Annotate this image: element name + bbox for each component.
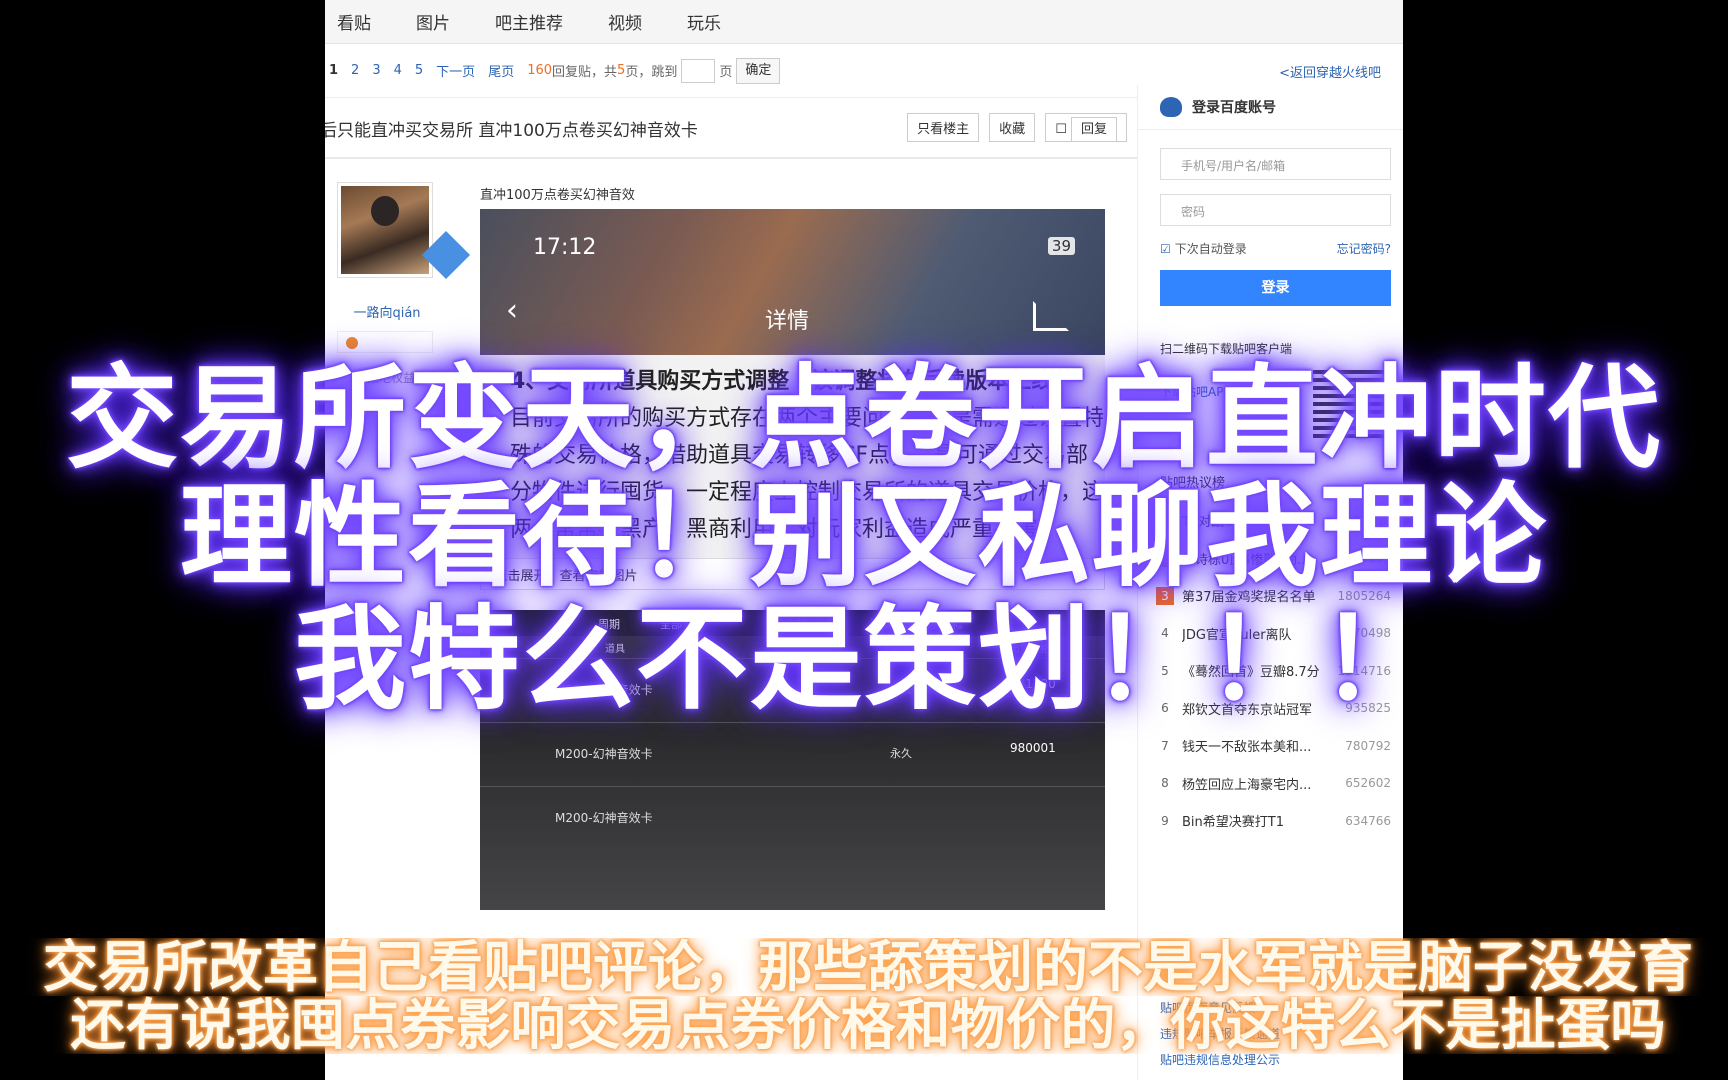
thread-title-bar: 以后只能直冲买交易所 直冲100万点卷买幻神音效卡 只看楼主 收藏 ☐ 回复 xyxy=(325,99,1137,159)
market-row: M200-幻神音效卡 xyxy=(480,786,1105,848)
remember-checkbox[interactable]: 下次自动登录 xyxy=(1160,240,1247,257)
phone-time: 17:12 xyxy=(533,235,597,260)
hot-item[interactable]: 8 杨笠回应上海豪宅内... 652602 xyxy=(1156,765,1391,803)
nav-tab-recommended[interactable]: 吧主推荐 xyxy=(495,9,563,34)
level-badge xyxy=(337,331,433,353)
overlay-title-line-3: 我特么不是策划！！！ xyxy=(294,595,1434,725)
page-count: 5 xyxy=(617,63,626,78)
avatar[interactable] xyxy=(337,182,433,278)
screenshot-image[interactable]: 17:12 39 ‹ 详情 xyxy=(480,209,1105,355)
market-item-duration: 永久 xyxy=(890,747,912,760)
nav-tab-fun[interactable]: 玩乐 xyxy=(687,9,721,34)
page-link-3[interactable]: 3 xyxy=(372,63,380,78)
reply-label: 回复贴，共 xyxy=(552,65,618,80)
forgot-password-link[interactable]: 忘记密码? xyxy=(1337,240,1391,257)
nav-tab-posts[interactable]: 看贴 xyxy=(337,9,371,34)
hot-heat: 780792 xyxy=(1345,738,1391,753)
hot-item[interactable]: 9 Bin希望决赛打T1 634766 xyxy=(1156,802,1391,840)
author-name[interactable]: 一路向qián xyxy=(337,302,437,321)
page-unit: 页 xyxy=(719,65,733,80)
hot-title: 杨笠回应上海豪宅内... xyxy=(1182,777,1312,793)
overlay-title-line-1: 交易所变天，点卷开启直冲时代 xyxy=(66,354,1662,484)
hot-rank: 8 xyxy=(1161,776,1169,791)
hot-title: 钱天一不敌张本美和... xyxy=(1182,740,1312,756)
hot-heat: 634766 xyxy=(1345,813,1391,828)
overlay-subtitle-line-1: 交易所改革自己看贴吧评论，那些舔策划的不是水军就是脑子没发育 xyxy=(42,938,1693,996)
jump-confirm-button[interactable]: 确定 xyxy=(736,57,781,84)
market-row: M200-幻神音效卡 永久 980001 xyxy=(480,722,1105,784)
page-link-1[interactable]: 1 xyxy=(329,63,338,78)
password-field[interactable]: 密码 xyxy=(1160,194,1391,226)
hot-title: Bin希望决赛打T1 xyxy=(1182,815,1284,831)
share-icon xyxy=(1033,301,1069,331)
overlay-subtitle-line-2: 还有说我囤点券影响交易点券价格和物价的，你这特么不是扯蛋吗 xyxy=(70,996,1666,1054)
last-page-link[interactable]: 尾页 xyxy=(488,61,514,80)
back-arrow-icon: ‹ xyxy=(506,293,518,328)
hot-heat: 652602 xyxy=(1345,776,1391,791)
hot-rank: 7 xyxy=(1161,738,1169,753)
page-link-2[interactable]: 2 xyxy=(351,63,359,78)
overlay-title-line-2: 理性看待！别又私聊我理论 xyxy=(180,472,1548,602)
login-header: 登录百度账号 xyxy=(1138,85,1403,130)
page-link-5[interactable]: 5 xyxy=(415,63,423,78)
next-page-link[interactable]: 下一页 xyxy=(436,61,475,80)
top-nav: 看贴 图片 吧主推荐 视频 玩乐 xyxy=(325,0,1403,44)
only-op-button[interactable]: 只看楼主 xyxy=(907,113,980,142)
baidu-paw-icon xyxy=(1160,97,1182,117)
phone-header: 详情 xyxy=(765,309,810,334)
video-frame: 看贴 图片 吧主推荐 视频 玩乐 1 2 3 4 5 下一页 尾页 160 回复… xyxy=(0,0,1728,1080)
reply-button[interactable]: ☐ 回复 xyxy=(1045,113,1127,142)
reply-button-label: 回复 xyxy=(1070,117,1117,142)
login-title: 登录百度账号 xyxy=(1192,100,1276,116)
hot-rank: 9 xyxy=(1161,813,1169,828)
back-to-forum-link[interactable]: <返回穿越火线吧 xyxy=(1279,62,1381,81)
hot-item[interactable]: 7 钱天一不敌张本美和... 780792 xyxy=(1156,727,1391,765)
page-link-4[interactable]: 4 xyxy=(394,63,402,78)
post-caption: 直冲100万点卷买幻神音效 xyxy=(480,188,635,203)
market-item-name: M200-幻神音效卡 xyxy=(555,811,653,825)
avatar-image xyxy=(341,186,429,274)
page-jump-input[interactable] xyxy=(681,58,716,83)
thread-title: 以后只能直冲买交易所 直冲100万点卷买幻神音效卡 xyxy=(325,120,698,141)
reply-count: 160 xyxy=(527,63,553,78)
jump-label: 页，跳到 xyxy=(625,65,678,80)
nav-tab-images[interactable]: 图片 xyxy=(416,9,450,34)
login-button[interactable]: 登录 xyxy=(1160,270,1391,306)
nav-tab-videos[interactable]: 视频 xyxy=(608,9,642,34)
thread-actions: 只看楼主 收藏 ☐ 回复 xyxy=(907,113,1127,142)
favorite-button[interactable]: 收藏 xyxy=(989,113,1036,142)
username-field[interactable]: 手机号/用户名/邮箱 xyxy=(1160,148,1391,180)
market-item-name: M200-幻神音效卡 xyxy=(555,747,653,761)
market-item-price: 980001 xyxy=(1010,741,1056,755)
remember-row: 下次自动登录 忘记密码? xyxy=(1160,240,1391,257)
battery-icon: 39 xyxy=(1047,237,1075,255)
